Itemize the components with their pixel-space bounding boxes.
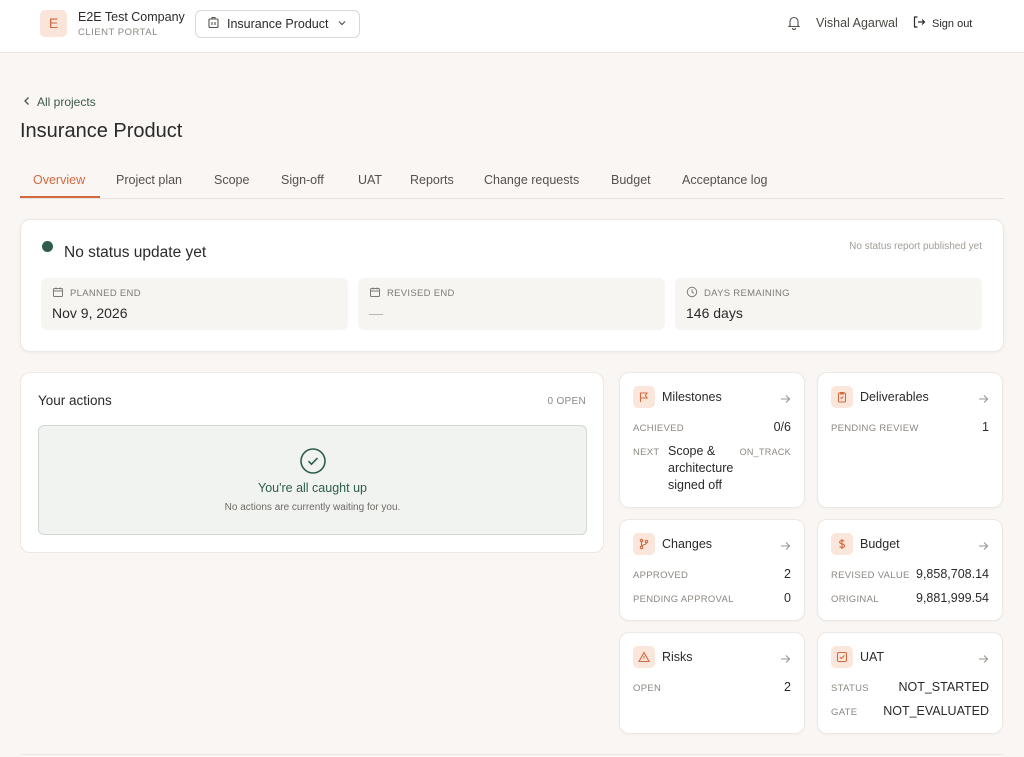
tab-bar: Overview Project plan Scope Sign-off UAT…: [20, 166, 1004, 199]
budget-revised-value: 9,858,708.14: [916, 567, 989, 581]
active-tab-indicator: [20, 196, 100, 198]
actions-title: Your actions: [38, 393, 112, 408]
dollar-icon: [831, 533, 853, 555]
user-name[interactable]: Vishal Agarwal: [816, 16, 898, 30]
sign-out-label: Sign out: [932, 17, 973, 30]
milestones-title: Milestones: [662, 390, 722, 404]
uat-card[interactable]: UAT STATUS NOT_STARTED GATE NOT_EVALUATE…: [817, 632, 1003, 734]
tab-sign-off[interactable]: Sign-off: [281, 173, 324, 187]
deliverables-pending-value: 1: [982, 420, 989, 434]
changes-approved-label: APPROVED: [633, 570, 689, 581]
clipboard-icon: [831, 386, 853, 408]
git-branch-icon: [633, 533, 655, 555]
tab-uat[interactable]: UAT: [358, 173, 382, 187]
arrow-right-icon[interactable]: [978, 651, 989, 669]
tab-budget[interactable]: Budget: [611, 173, 651, 187]
uat-gate-label: GATE: [831, 707, 858, 718]
changes-pending-value: 0: [784, 591, 791, 605]
arrow-right-icon[interactable]: [978, 538, 989, 556]
your-actions-card: Your actions 0 OPEN You're all caught up…: [20, 372, 604, 553]
arrow-right-icon[interactable]: [780, 538, 791, 556]
project-selector[interactable]: Insurance Product: [195, 10, 360, 38]
bell-icon[interactable]: [787, 15, 801, 35]
empty-state: You're all caught up No actions are curr…: [38, 425, 587, 535]
uat-status-label: STATUS: [831, 683, 869, 694]
milestones-achieved-value: 0/6: [773, 420, 791, 434]
calendar-icon: [369, 286, 381, 301]
revised-end-stat: REVISED END —: [358, 278, 665, 330]
risks-title: Risks: [662, 650, 693, 664]
sign-out-icon: [912, 15, 926, 32]
tab-scope[interactable]: Scope: [214, 173, 249, 187]
risks-open-value: 2: [784, 680, 791, 694]
status-note: No status report published yet: [849, 241, 982, 252]
revised-end-value: —: [369, 305, 383, 321]
flag-icon: [633, 386, 655, 408]
milestones-next-text: Scope & architecture signed off: [668, 444, 734, 492]
changes-title: Changes: [662, 537, 713, 551]
budget-original-value: 9,881,999.54: [916, 591, 989, 605]
page-title: Insurance Product: [20, 120, 183, 142]
calendar-icon: [52, 286, 64, 301]
portal-label: CLIENT PORTAL: [78, 27, 158, 38]
status-indicator: [42, 241, 53, 252]
uat-title: UAT: [860, 650, 885, 664]
check-circle-icon: [299, 447, 327, 480]
changes-card[interactable]: Changes APPROVED 2 PENDING APPROVAL 0: [619, 519, 805, 621]
uat-gate-value: NOT_EVALUATED: [883, 704, 989, 718]
tab-acceptance-log[interactable]: Acceptance log: [682, 173, 767, 187]
changes-approved-value: 2: [784, 567, 791, 581]
top-bar: E E2E Test Company CLIENT PORTAL Insuran…: [0, 0, 1024, 53]
sign-out-button[interactable]: Sign out: [912, 15, 972, 32]
milestones-achieved-label: ACHIEVED: [633, 423, 684, 434]
building-icon: [207, 16, 220, 32]
risks-card[interactable]: Risks OPEN 2: [619, 632, 805, 734]
budget-revised-label: REVISED VALUE: [831, 570, 910, 581]
checkbox-icon: [831, 646, 853, 668]
company-logo[interactable]: E: [40, 10, 67, 37]
company-block: E2E Test Company CLIENT PORTAL: [78, 10, 185, 39]
deliverables-title: Deliverables: [860, 390, 929, 404]
days-remaining-value: 146 days: [686, 305, 743, 321]
chevron-left-icon: [23, 95, 31, 109]
days-remaining-label: DAYS REMAINING: [704, 288, 790, 299]
arrow-right-icon[interactable]: [780, 391, 791, 409]
tab-reports[interactable]: Reports: [410, 173, 454, 187]
company-name: E2E Test Company: [78, 10, 185, 24]
budget-original-label: ORIGINAL: [831, 594, 879, 605]
planned-end-value: Nov 9, 2026: [52, 305, 128, 321]
budget-card[interactable]: Budget REVISED VALUE 9,858,708.14 ORIGIN…: [817, 519, 1003, 621]
clock-icon: [686, 286, 698, 301]
risks-open-label: OPEN: [633, 683, 662, 694]
revised-end-label: REVISED END: [387, 288, 455, 299]
status-card: No status update yet No status report pu…: [20, 219, 1004, 352]
milestones-card[interactable]: Milestones ACHIEVED 0/6 NEXT Scope & arc…: [619, 372, 805, 508]
actions-open-count: 0 OPEN: [547, 396, 586, 407]
project-selector-label: Insurance Product: [227, 17, 329, 31]
changes-pending-label: PENDING APPROVAL: [633, 594, 734, 605]
tab-change-requests[interactable]: Change requests: [484, 173, 579, 187]
tab-project-plan[interactable]: Project plan: [116, 173, 182, 187]
status-title: No status update yet: [64, 244, 207, 261]
chevron-down-icon: [337, 17, 347, 31]
back-link-label: All projects: [37, 95, 96, 109]
milestones-next-state: ON_TRACK: [739, 447, 791, 457]
milestones-next-label: NEXT: [633, 447, 660, 458]
back-to-projects-link[interactable]: All projects: [23, 95, 96, 109]
days-remaining-stat: DAYS REMAINING 146 days: [675, 278, 982, 330]
planned-end-stat: PLANNED END Nov 9, 2026: [41, 278, 348, 330]
empty-state-subtitle: No actions are currently waiting for you…: [224, 502, 401, 513]
arrow-right-icon[interactable]: [780, 651, 791, 669]
warning-icon: [633, 646, 655, 668]
planned-end-label: PLANNED END: [70, 288, 141, 299]
uat-status-value: NOT_STARTED: [898, 680, 989, 694]
empty-state-title: You're all caught up: [258, 481, 367, 495]
arrow-right-icon[interactable]: [978, 391, 989, 409]
deliverables-pending-label: PENDING REVIEW: [831, 423, 919, 434]
deliverables-card[interactable]: Deliverables PENDING REVIEW 1: [817, 372, 1003, 508]
tab-overview[interactable]: Overview: [33, 173, 85, 187]
budget-title: Budget: [860, 537, 900, 551]
